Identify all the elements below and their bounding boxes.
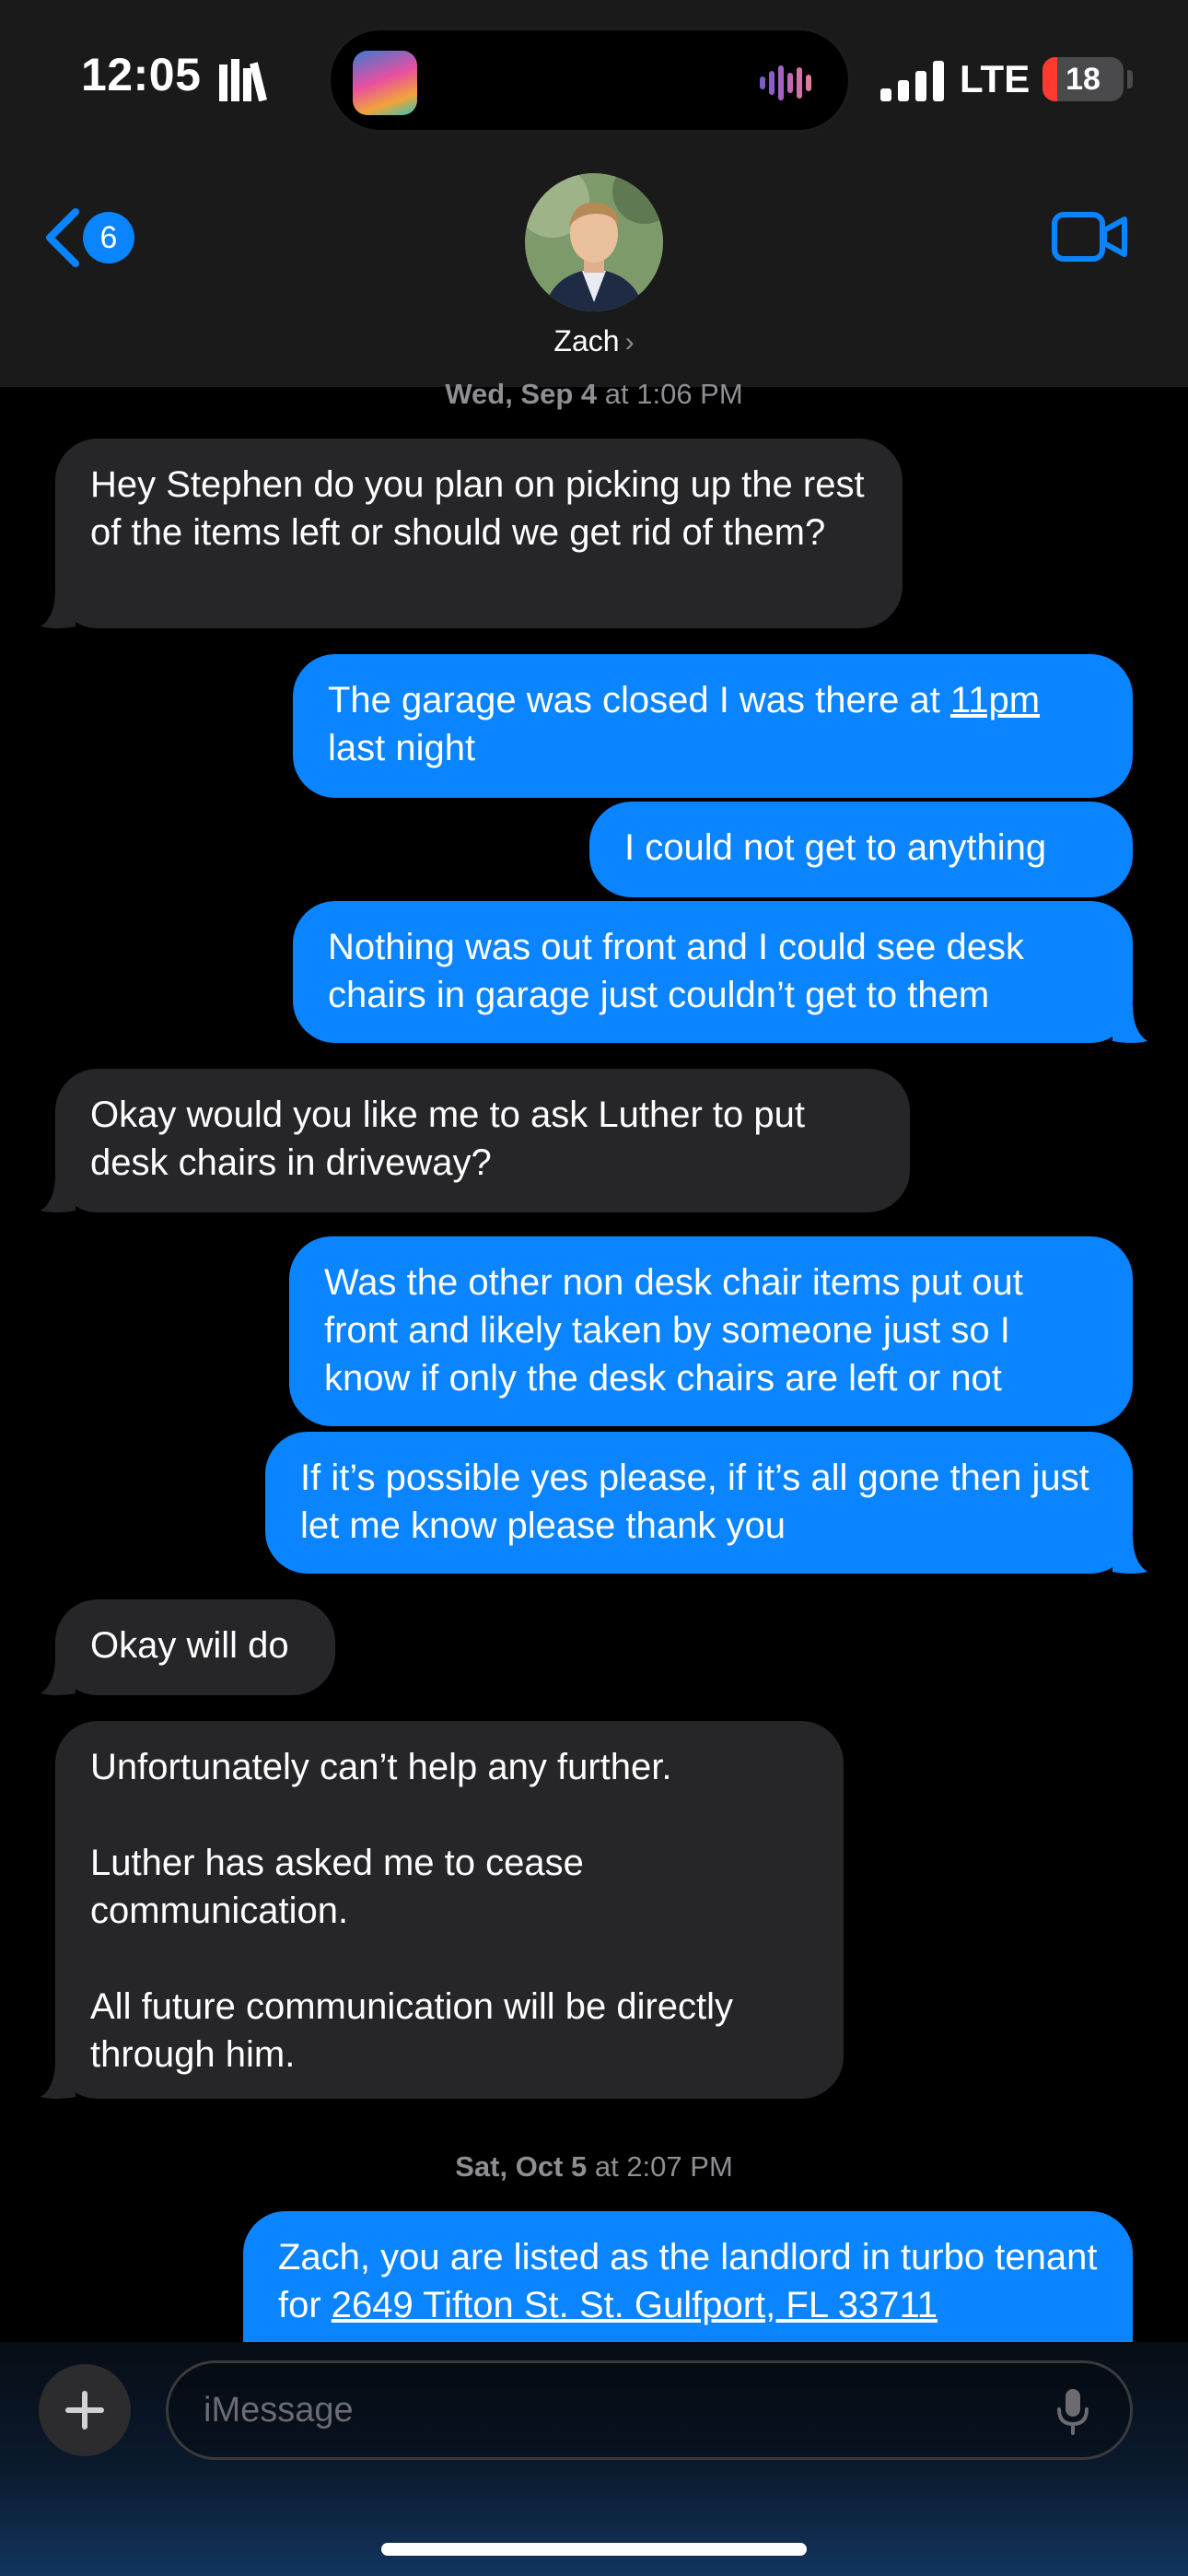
message-incoming[interactable]: Okay would you like me to ask Luther to … (55, 1069, 910, 1212)
timestamp-time: at 1:06 PM (597, 378, 743, 410)
cellular-signal-icon (880, 61, 944, 101)
battery-percent: 18 (1066, 62, 1101, 97)
network-type: LTE (960, 57, 1031, 100)
home-indicator[interactable] (381, 2543, 807, 2556)
battery-cap (1127, 70, 1133, 88)
timestamp: Sat, Oct 5 at 2:07 PM (0, 2150, 1188, 2184)
contact-avatar[interactable] (525, 173, 663, 311)
chevron-right-icon: › (624, 327, 635, 357)
message-outgoing[interactable]: If it’s possible yes please, if it’s all… (265, 1432, 1133, 1574)
status-time: 12:05 (81, 49, 202, 100)
back-button[interactable]: 6 (44, 205, 146, 271)
contact-name-button[interactable]: Zach › (0, 324, 1188, 358)
message-outgoing[interactable]: I could not get to anything (589, 802, 1133, 897)
message-incoming[interactable]: Hey Stephen do you plan on picking up th… (55, 439, 903, 628)
unread-count-badge: 6 (83, 212, 134, 263)
message-incoming[interactable]: Unfortunately can’t help any further. Lu… (55, 1721, 844, 2099)
status-bar: 12:05 LTE 18 (0, 0, 1188, 157)
contact-photo (525, 173, 663, 311)
dynamic-island[interactable] (328, 28, 851, 133)
now-playing-app-icon[interactable] (353, 51, 417, 115)
plus-icon (65, 2391, 104, 2430)
facetime-video-icon[interactable] (1052, 210, 1127, 263)
library-activity-icon (219, 59, 267, 101)
apps-button[interactable] (39, 2364, 131, 2456)
message-input[interactable]: iMessage (166, 2360, 1133, 2460)
timestamp-day: Wed, Sep 4 (445, 378, 598, 410)
audio-waveform-icon (760, 65, 811, 100)
address-link[interactable]: 2649 Tifton St. St. Gulfport, FL 33711 (332, 2285, 938, 2325)
time-link[interactable]: 11pm (950, 680, 1040, 720)
timestamp-day: Sat, Oct 5 (455, 2150, 588, 2183)
message-outgoing[interactable]: Was the other non desk chair items put o… (289, 1236, 1133, 1426)
message-incoming[interactable]: Okay will do (55, 1599, 335, 1695)
microphone-icon[interactable] (1056, 2389, 1089, 2435)
message-outgoing[interactable]: Nothing was out front and I could see de… (293, 901, 1133, 1043)
battery-icon: 18 (1042, 57, 1124, 101)
message-text: The garage was closed I was there at (328, 680, 950, 720)
chevron-left-icon (46, 208, 79, 267)
timestamp: Wed, Sep 4 at 1:06 PM (0, 378, 1188, 411)
message-input-placeholder: iMessage (204, 2391, 354, 2430)
contact-name: Zach (553, 324, 620, 357)
message-outgoing[interactable]: The garage was closed I was there at 11p… (293, 654, 1133, 798)
timestamp-time: at 2:07 PM (587, 2150, 733, 2183)
